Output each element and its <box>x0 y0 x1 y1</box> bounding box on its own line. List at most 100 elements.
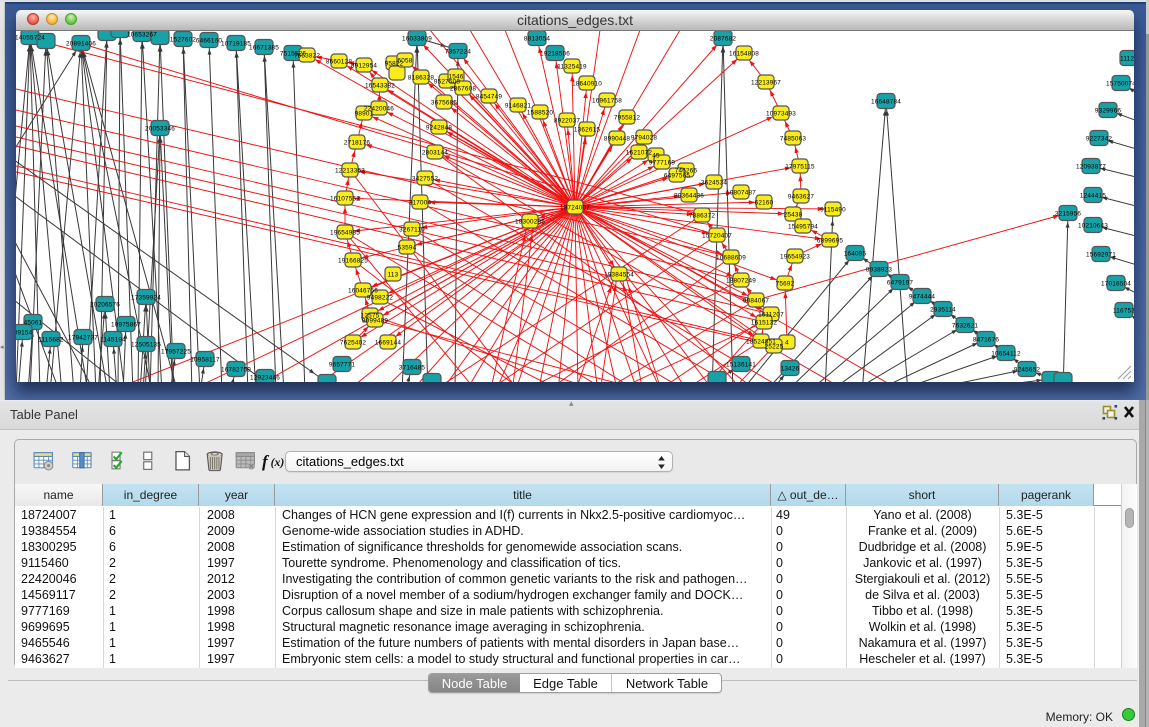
svg-text:9329966: 9329966 <box>1095 108 1122 115</box>
svg-text:16154808: 16154808 <box>729 51 759 58</box>
svg-text:1362615: 1362615 <box>574 127 601 134</box>
svg-text:17359924: 17359924 <box>131 295 161 302</box>
svg-text:1621072: 1621072 <box>626 150 653 157</box>
svg-text:7357224: 7357224 <box>445 49 472 56</box>
svg-text:9227342: 9227342 <box>1086 136 1113 143</box>
svg-text:9084067: 9084067 <box>743 298 770 305</box>
svg-text:45: 45 <box>652 153 660 160</box>
svg-text:12213967: 12213967 <box>751 80 781 87</box>
svg-text:1115682: 1115682 <box>38 337 64 344</box>
svg-text:10210643: 10210643 <box>1078 223 1108 230</box>
svg-text:10653267: 10653267 <box>127 32 157 39</box>
svg-text:9245652: 9245652 <box>1014 367 1041 374</box>
svg-text:16671385: 16671385 <box>249 45 279 52</box>
svg-text:7663822: 7663822 <box>294 53 321 60</box>
svg-text:6058: 6058 <box>397 58 412 65</box>
svg-text:6479197: 6479197 <box>887 280 914 287</box>
svg-text:2935114: 2935114 <box>930 307 956 314</box>
svg-text:2087682: 2087682 <box>710 36 737 43</box>
svg-text:1669144: 1669144 <box>375 340 402 347</box>
svg-text:15136141: 15136141 <box>726 362 756 369</box>
svg-text:1244415: 1244415 <box>1080 193 1107 200</box>
svg-text:98901: 98901 <box>355 111 374 118</box>
svg-text:8938923: 8938923 <box>866 267 893 274</box>
svg-text:9794028: 9794028 <box>631 135 658 142</box>
svg-text:18807249: 18807249 <box>726 278 756 285</box>
svg-text:15495794: 15495794 <box>788 224 818 231</box>
svg-text:19218506: 19218506 <box>540 51 570 58</box>
svg-text:3427552: 3427552 <box>412 176 439 183</box>
svg-text:3624534: 3624534 <box>701 180 728 187</box>
svg-text:6899695: 6899695 <box>817 238 844 245</box>
svg-text:10958117: 10958117 <box>190 357 220 364</box>
svg-text:7625402: 7625402 <box>340 340 367 347</box>
svg-text:9115490: 9115490 <box>820 207 846 214</box>
svg-text:10654112: 10654112 <box>991 351 1021 358</box>
svg-text:10688609: 10688609 <box>716 255 746 262</box>
svg-text:(x): (x) <box>271 455 285 469</box>
svg-text:7632621: 7632621 <box>952 323 979 330</box>
svg-text:18640910: 18640910 <box>572 81 602 88</box>
svg-text:13426: 13426 <box>781 366 800 373</box>
svg-text:8660128: 8660128 <box>326 59 353 66</box>
svg-text:11121: 11121 <box>1120 56 1134 63</box>
svg-text:9657771: 9657771 <box>329 362 356 369</box>
svg-text:317004: 317004 <box>409 200 432 207</box>
svg-text:8186328: 8186328 <box>408 75 435 82</box>
svg-text:164095: 164095 <box>844 251 867 258</box>
svg-text:20364436: 20364436 <box>674 193 704 200</box>
svg-text:8912954: 8912954 <box>351 63 378 70</box>
svg-text:1611207: 1611207 <box>758 312 784 319</box>
svg-text:1615132: 1615132 <box>751 320 778 327</box>
svg-text:7886372: 7886372 <box>689 213 716 220</box>
svg-text:11325419: 11325419 <box>557 64 587 71</box>
svg-text:9498222: 9498222 <box>367 295 394 302</box>
svg-text:15750074: 15750074 <box>1106 81 1134 88</box>
svg-text:1527602: 1527602 <box>170 37 197 44</box>
svg-text:9463627: 9463627 <box>788 194 815 201</box>
svg-text:20206576: 20206576 <box>90 302 120 309</box>
svg-text:75692: 75692 <box>776 281 795 288</box>
svg-text:39154: 39154 <box>16 330 33 337</box>
svg-text:9474444: 9474444 <box>909 294 936 301</box>
svg-text:8813054: 8813054 <box>524 36 551 43</box>
svg-text:53594: 53594 <box>398 245 417 252</box>
svg-text:7955812: 7955812 <box>614 115 641 122</box>
svg-text:19166825: 19166825 <box>338 258 368 265</box>
svg-text:113: 113 <box>388 272 399 279</box>
svg-text:14055724: 14055724 <box>16 35 45 42</box>
svg-text:45061: 45061 <box>24 320 43 327</box>
svg-text:6497565: 6497565 <box>664 173 691 180</box>
svg-text:3675685: 3675685 <box>431 100 458 107</box>
svg-text:3215956: 3215956 <box>1055 211 1082 218</box>
svg-text:20891406: 20891406 <box>66 41 96 48</box>
svg-text:9146821: 9146821 <box>505 103 532 110</box>
svg-text:12093877: 12093877 <box>1076 164 1106 171</box>
svg-text:3716485: 3716485 <box>399 365 426 372</box>
svg-text:16107552: 16107552 <box>330 196 360 203</box>
svg-text:10973493: 10973493 <box>766 111 796 118</box>
svg-text:17016504: 17016504 <box>1101 281 1131 288</box>
svg-text:2803144: 2803144 <box>422 150 449 157</box>
svg-text:4: 4 <box>785 340 789 347</box>
svg-text:18724007: 18724007 <box>560 205 590 212</box>
svg-text:2867608: 2867608 <box>450 86 477 93</box>
svg-text:19654985: 19654985 <box>330 230 360 237</box>
svg-text:17942737: 17942737 <box>68 335 98 342</box>
svg-text:10975867: 10975867 <box>111 322 141 329</box>
svg-text:10807487: 10807487 <box>726 190 756 197</box>
svg-text:19384554: 19384554 <box>604 272 634 279</box>
svg-text:9099489: 9099489 <box>362 318 389 325</box>
svg-text:16782759: 16782759 <box>221 367 251 374</box>
svg-text:2718176: 2718176 <box>344 140 371 147</box>
svg-text:116753: 116753 <box>1113 308 1134 315</box>
svg-text:17957225: 17957225 <box>161 349 191 356</box>
svg-text:9242848: 9242848 <box>426 125 453 132</box>
svg-text:8454749: 8454749 <box>476 94 503 101</box>
svg-text:1546: 1546 <box>448 74 463 81</box>
svg-text:16543382: 16543382 <box>365 83 395 90</box>
svg-text:8922037: 8922037 <box>554 118 581 125</box>
svg-text:19654923: 19654923 <box>780 254 810 261</box>
svg-text:1145194: 1145194 <box>100 337 126 344</box>
svg-text:20053346: 20053346 <box>145 126 175 133</box>
